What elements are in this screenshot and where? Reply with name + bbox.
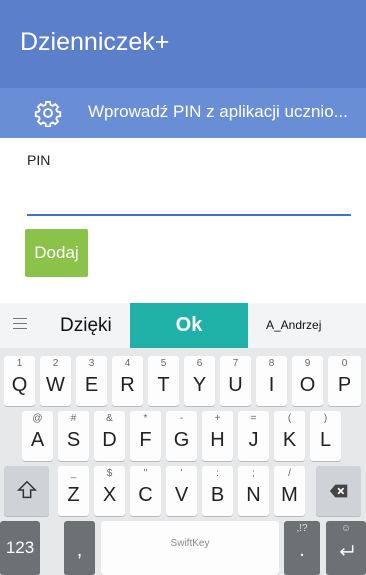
pin-label: PIN <box>27 152 51 168</box>
shift-key[interactable] <box>4 466 49 516</box>
key-g[interactable]: -G <box>166 411 197 461</box>
key-v[interactable]: ' V <box>166 466 197 516</box>
key-y[interactable]: 6Y <box>184 356 215 406</box>
backspace-key[interactable] <box>316 466 361 516</box>
menu-icon[interactable] <box>13 318 27 330</box>
add-button[interactable]: Dodaj <box>25 229 88 277</box>
key-q[interactable]: 1Q <box>4 356 35 406</box>
backspace-icon <box>329 484 348 498</box>
key-e[interactable]: 3E <box>76 356 107 406</box>
pin-banner-text: Wprowadź PIN z aplikacji ucznio... <box>88 102 348 121</box>
key-p[interactable]: 0P <box>328 356 361 406</box>
key-f[interactable]: * F <box>130 411 161 461</box>
key-i[interactable]: 8I <box>256 356 287 406</box>
comma-key[interactable]: , <box>64 521 95 575</box>
app-bar: Dzienniczek+ <box>0 0 366 88</box>
key-d[interactable]: & D <box>94 411 125 461</box>
key-c[interactable]: " C <box>130 466 161 516</box>
enter-icon <box>339 545 354 556</box>
shift-icon <box>16 480 38 499</box>
numbers-key[interactable]: 123 <box>0 521 40 575</box>
suggestion-bar: Dzięki Ok A_Andrzej <box>0 303 366 348</box>
key-s[interactable]: # S <box>58 411 89 461</box>
enter-key[interactable]: ☺ <box>326 521 366 575</box>
key-u[interactable]: 7U <box>220 356 251 406</box>
key-j[interactable]: = J <box>238 411 269 461</box>
emoji-icon: ☺ <box>340 523 352 534</box>
key-n[interactable]: ; N <box>238 466 269 516</box>
space-key[interactable]: SwiftKey <box>101 521 279 575</box>
key-x[interactable]: $ X <box>94 466 125 516</box>
key-b[interactable]: :B <box>202 466 233 516</box>
key-w[interactable]: 2W <box>40 356 71 406</box>
punctuation-key[interactable]: ,!? . <box>284 521 320 575</box>
key-o[interactable]: 9O <box>292 356 323 406</box>
app-title: Dzienniczek+ <box>20 28 170 56</box>
key-m[interactable]: / M <box>274 466 305 516</box>
suggestion-item[interactable]: A_Andrzej <box>266 318 321 332</box>
suggestion-item-selected[interactable]: Ok <box>130 303 248 348</box>
swiftkey-logo: SwiftKey <box>170 538 210 549</box>
key-k[interactable]: (K <box>274 411 305 461</box>
key-a[interactable]: @ A <box>22 411 53 461</box>
key-z[interactable]: _ Z <box>58 466 89 516</box>
keyboard: Dzięki Ok A_Andrzej 1Q 2W 3E 4R 5T 6Y 7U… <box>0 303 366 575</box>
key-h[interactable]: + H <box>202 411 233 461</box>
pin-banner[interactable]: Wprowadź PIN z aplikacji ucznio... <box>0 88 366 138</box>
key-t[interactable]: 5T <box>148 356 179 406</box>
gear-icon <box>34 100 62 127</box>
key-r[interactable]: 4R <box>112 356 143 406</box>
suggestion-item[interactable]: Dzięki <box>60 315 112 337</box>
key-l[interactable]: ) L <box>310 411 341 461</box>
pin-input[interactable] <box>27 188 351 216</box>
